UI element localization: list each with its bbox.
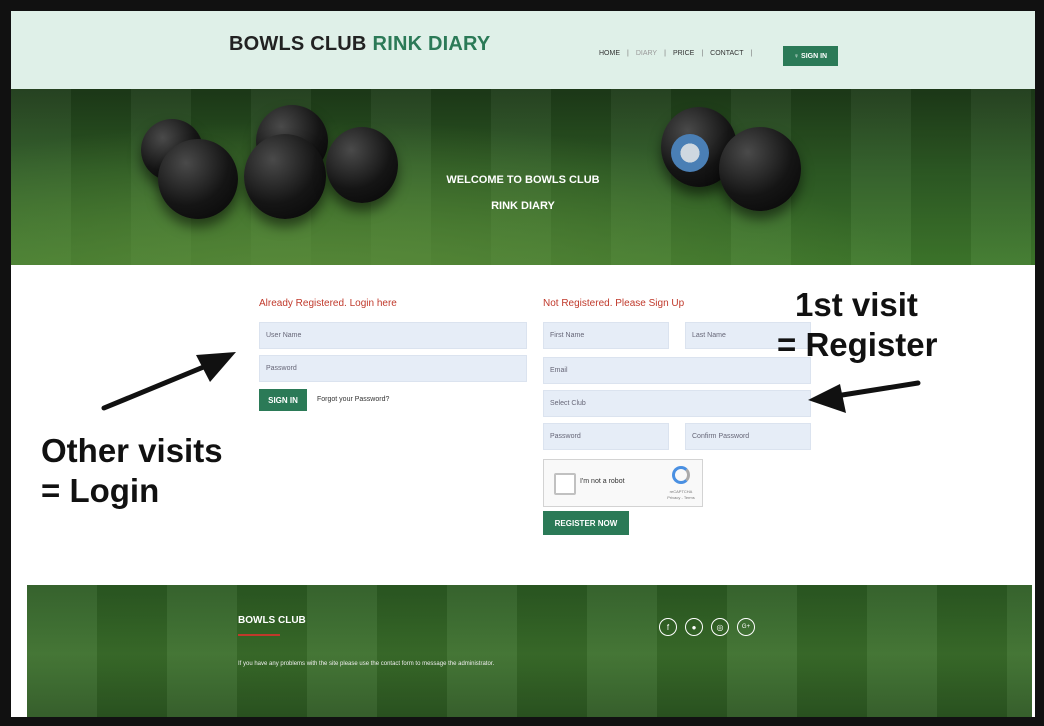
recaptcha-widget: I'm not a robot reCAPTCHA Privacy - Term… (543, 459, 703, 507)
annotation-first-visit-line1: 1st visit (795, 286, 918, 323)
recaptcha-terms: reCAPTCHA Privacy - Terms (667, 489, 695, 500)
nav-home[interactable]: HOME (599, 50, 620, 57)
register-now-button[interactable]: REGISTER NOW (543, 511, 629, 535)
nav-price[interactable]: PRICE (673, 50, 694, 57)
hero-title: WELCOME TO BOWLS CLUB RINK DIARY (11, 167, 1035, 219)
hero-title-line1: WELCOME TO BOWLS CLUB (446, 174, 600, 186)
hero-title-line2: RINK DIARY (491, 200, 555, 212)
annotation-first-visit: 1st visit = Register (777, 285, 938, 365)
password-input[interactable]: Password (259, 355, 527, 382)
club-select[interactable]: Select Club (543, 390, 811, 417)
nav-separator: | (701, 50, 704, 57)
signin-button[interactable]: SIGN IN (259, 389, 307, 411)
first-name-input[interactable]: First Name (543, 322, 669, 349)
login-title: Already Registered. Login here (259, 298, 397, 309)
forgot-password-link[interactable]: Forgot your Password? (317, 396, 389, 403)
email-input[interactable]: Email (543, 357, 811, 384)
annotation-other-visits: Other visits = Login (41, 431, 223, 511)
nav-signin-button[interactable]: ♀ SIGN IN (783, 46, 838, 66)
annotation-other-visits-line1: Other visits (41, 432, 223, 469)
brand-bowls-club: BOWLS CLUB (229, 33, 367, 55)
recaptcha-checkbox[interactable] (554, 473, 576, 495)
twitter-icon[interactable]: ● (685, 618, 703, 636)
footer-underline (238, 634, 280, 636)
instagram-icon[interactable]: ◎ (711, 618, 729, 636)
nav-diary[interactable]: DIARY (636, 50, 657, 57)
screenshot-frame: BOWLS CLUB RINK DIARY HOME | DIARY | PRIC… (8, 8, 1038, 720)
nav-separator: | (627, 50, 629, 57)
nav-contact[interactable]: CONTACT (710, 50, 743, 57)
register-title: Not Registered. Please Sign Up (543, 298, 685, 309)
annotation-first-visit-line2: = Register (777, 326, 938, 363)
hero-banner: WELCOME TO BOWLS CLUB RINK DIARY (11, 89, 1035, 265)
nav-separator: | (750, 50, 753, 57)
recaptcha-logo-icon (672, 466, 690, 484)
footer: BOWLS CLUB If you have any problems with… (27, 585, 1032, 717)
top-navigation-bar: BOWLS CLUB RINK DIARY HOME | DIARY | PRIC… (11, 11, 1035, 89)
main-nav: HOME | DIARY | PRICE | CONTACT | (599, 50, 752, 57)
nav-separator: | (664, 50, 666, 57)
confirm-password-input[interactable]: Confirm Password (685, 423, 811, 450)
annotation-other-visits-line2: = Login (41, 472, 160, 509)
recaptcha-label: I'm not a robot (580, 478, 625, 485)
brand-rink-diary: RINK DIARY (372, 33, 491, 55)
facebook-icon[interactable]: f (659, 618, 677, 636)
footer-text: If you have any problems with the site p… (238, 661, 495, 667)
google-plus-icon[interactable]: G+ (737, 618, 755, 636)
site-brand[interactable]: BOWLS CLUB RINK DIARY (229, 33, 490, 56)
register-password-input[interactable]: Password (543, 423, 669, 450)
footer-title: BOWLS CLUB (238, 615, 306, 626)
username-input[interactable]: User Name (259, 322, 527, 349)
